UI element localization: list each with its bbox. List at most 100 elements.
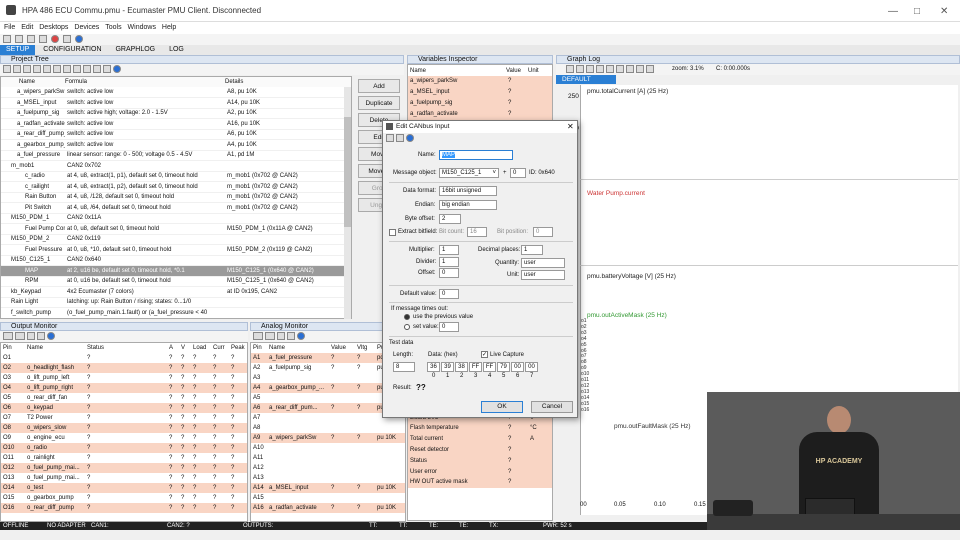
divider-input[interactable]: 1: [439, 257, 459, 267]
stop-icon[interactable]: [50, 35, 59, 43]
save-icon[interactable]: [26, 35, 35, 43]
extract-bitfield-checkbox[interactable]: [389, 229, 396, 236]
analog-row[interactable]: A8: [251, 423, 405, 433]
menu-windows[interactable]: Windows: [128, 22, 156, 34]
tree-row[interactable]: MAP at 2, u16 be, default set 0, timeout …: [1, 265, 351, 277]
tree-row[interactable]: Fuel Pressure at 0, u8, *10, default set …: [1, 244, 351, 256]
set-value-radio[interactable]: [404, 324, 410, 330]
tree-row[interactable]: a_MSEL_input switch: active low A14, pu 10…: [1, 97, 351, 109]
variable-row[interactable]: a_radfan_activate?: [408, 108, 552, 120]
om-view-1-icon[interactable]: [27, 332, 35, 340]
variable-row[interactable]: HW OUT active mask?: [408, 476, 552, 488]
output-row[interactable]: O11 o_rainlight??????: [1, 453, 247, 463]
unit-select[interactable]: user: [521, 270, 565, 280]
analog-row[interactable]: A13: [251, 473, 405, 483]
message-object-select[interactable]: M150_C125_1 ˅: [439, 168, 499, 178]
offset-input[interactable]: 0: [439, 268, 459, 278]
bit-position-input[interactable]: 0: [533, 227, 553, 237]
om-col-name[interactable]: Name: [25, 343, 85, 353]
tree-tool-10-icon[interactable]: [93, 65, 101, 73]
length-select[interactable]: 8: [393, 362, 415, 372]
menu-desktops[interactable]: Desktops: [39, 22, 68, 34]
tree-row[interactable]: a_radfan_activate switch: active low A16, …: [1, 118, 351, 130]
tree-tool-6-icon[interactable]: [53, 65, 61, 73]
tree-tool-7-icon[interactable]: [63, 65, 71, 73]
byte-offset-input[interactable]: 2: [439, 214, 461, 224]
menu-edit[interactable]: Edit: [21, 22, 33, 34]
am-pin-icon[interactable]: [253, 332, 263, 340]
output-row[interactable]: O2 o_headlight_flash??????: [1, 363, 247, 373]
dialog-open-icon[interactable]: [386, 134, 394, 142]
am-col-name[interactable]: Name: [267, 343, 329, 353]
test-byte-input[interactable]: 00: [511, 362, 524, 372]
om-pin-icon[interactable]: [3, 332, 13, 340]
am-col-value[interactable]: Value: [329, 343, 355, 353]
om-abc-icon[interactable]: [15, 332, 25, 340]
tree-row[interactable]: kb_Keypad 4x2 Ecumaster (7 colors) at ID 0…: [1, 286, 351, 298]
test-byte-input[interactable]: 79: [497, 362, 510, 372]
tree-row[interactable]: Rain Button at 4, u8, /128, default set 0…: [1, 192, 351, 203]
om-col-curr[interactable]: Curr: [211, 343, 229, 353]
tree-row[interactable]: c_railight at 4, u8, extract(1, p2), defa…: [1, 181, 351, 193]
upload-icon[interactable]: [38, 35, 47, 43]
test-byte-input[interactable]: 39: [441, 362, 454, 372]
vi-col-unit[interactable]: Unit: [528, 65, 552, 76]
dialog-close-icon[interactable]: ✕: [567, 122, 574, 131]
close-icon[interactable]: ✕: [940, 6, 948, 17]
output-row[interactable]: O4 o_lift_pump_right??????: [1, 383, 247, 393]
tree-row[interactable]: a_rear_diff_pump_actswitch: active lowA6…: [1, 129, 351, 140]
tree-scrollbar[interactable]: [344, 87, 351, 319]
output-row[interactable]: O9 o_engine_ecu??????: [1, 433, 247, 443]
tree-row[interactable]: a_fuelpump_sig switch: active high; volta…: [1, 108, 351, 119]
tree-tool-11-icon[interactable]: [103, 65, 111, 73]
am-view-2-icon[interactable]: [287, 332, 295, 340]
tree-tool-2-icon[interactable]: [13, 65, 21, 73]
menu-help[interactable]: Help: [162, 22, 176, 34]
maximize-icon[interactable]: □: [914, 6, 920, 17]
graph-tool-1-icon[interactable]: [566, 65, 574, 73]
graph-tool-3-icon[interactable]: [586, 65, 594, 73]
tree-row[interactable]: a_wipers_parkSw switch: active low A8, pu …: [1, 87, 351, 98]
duplicate-button[interactable]: Duplicate: [358, 96, 400, 110]
am-col-vltg[interactable]: Vltg: [355, 343, 375, 353]
output-row[interactable]: O10 o_radio??????: [1, 443, 247, 453]
live-capture-checkbox[interactable]: ✓: [481, 351, 488, 358]
minimize-icon[interactable]: —: [888, 6, 898, 17]
vi-col-value[interactable]: Value: [506, 65, 528, 76]
message-offset-select[interactable]: 0: [510, 168, 526, 178]
dialog-help-icon[interactable]: [406, 134, 414, 142]
om-col-v[interactable]: V: [179, 343, 191, 353]
variable-row[interactable]: Flash temperature? °C: [408, 422, 552, 434]
variable-row[interactable]: Reset detector?: [408, 444, 552, 456]
analog-row[interactable]: A9 a_wipers_parkSw?? pu 10K: [251, 433, 405, 443]
tab-setup[interactable]: SETUP: [0, 45, 36, 55]
variable-row[interactable]: Status?: [408, 455, 552, 467]
use-previous-radio[interactable]: [404, 314, 410, 320]
om-col-status[interactable]: Status: [85, 343, 167, 353]
tree-row[interactable]: a_gearbox_pump_activswitch: active lowA4…: [1, 139, 351, 151]
tree-tool-3-icon[interactable]: [23, 65, 31, 73]
tree-row[interactable]: Pit Switch at 4, u8, /64, default set 0, …: [1, 202, 351, 214]
dialog-save-icon[interactable]: [396, 134, 404, 142]
tree-row[interactable]: M150_PDM_1 CAN2 0x11A: [1, 213, 351, 224]
menu-tools[interactable]: Tools: [105, 22, 121, 34]
zoom-in-icon[interactable]: [606, 65, 614, 73]
help-icon[interactable]: [74, 35, 83, 43]
tab-log[interactable]: LOG: [163, 45, 190, 55]
variable-row[interactable]: a_fuelpump_sig?: [408, 97, 552, 109]
om-col-load[interactable]: Load: [191, 343, 211, 353]
col-details[interactable]: Details: [225, 77, 351, 87]
tree-tool-9-icon[interactable]: [83, 65, 91, 73]
cancel-button[interactable]: Cancel: [531, 401, 573, 413]
bit-count-input[interactable]: 16: [467, 227, 487, 237]
output-row[interactable]: O7 T2 Power??????: [1, 413, 247, 423]
set-value-input[interactable]: 0: [439, 322, 459, 332]
ok-button[interactable]: OK: [481, 401, 523, 413]
tree-tool-4-icon[interactable]: [33, 65, 41, 73]
tab-configuration[interactable]: CONFIGURATION: [37, 45, 107, 55]
tree-scroll-thumb[interactable]: [344, 117, 351, 227]
col-name[interactable]: Name: [1, 77, 65, 87]
menu-file[interactable]: File: [4, 22, 15, 34]
tree-tool-8-icon[interactable]: [73, 65, 81, 73]
add-button[interactable]: Add: [358, 79, 400, 93]
